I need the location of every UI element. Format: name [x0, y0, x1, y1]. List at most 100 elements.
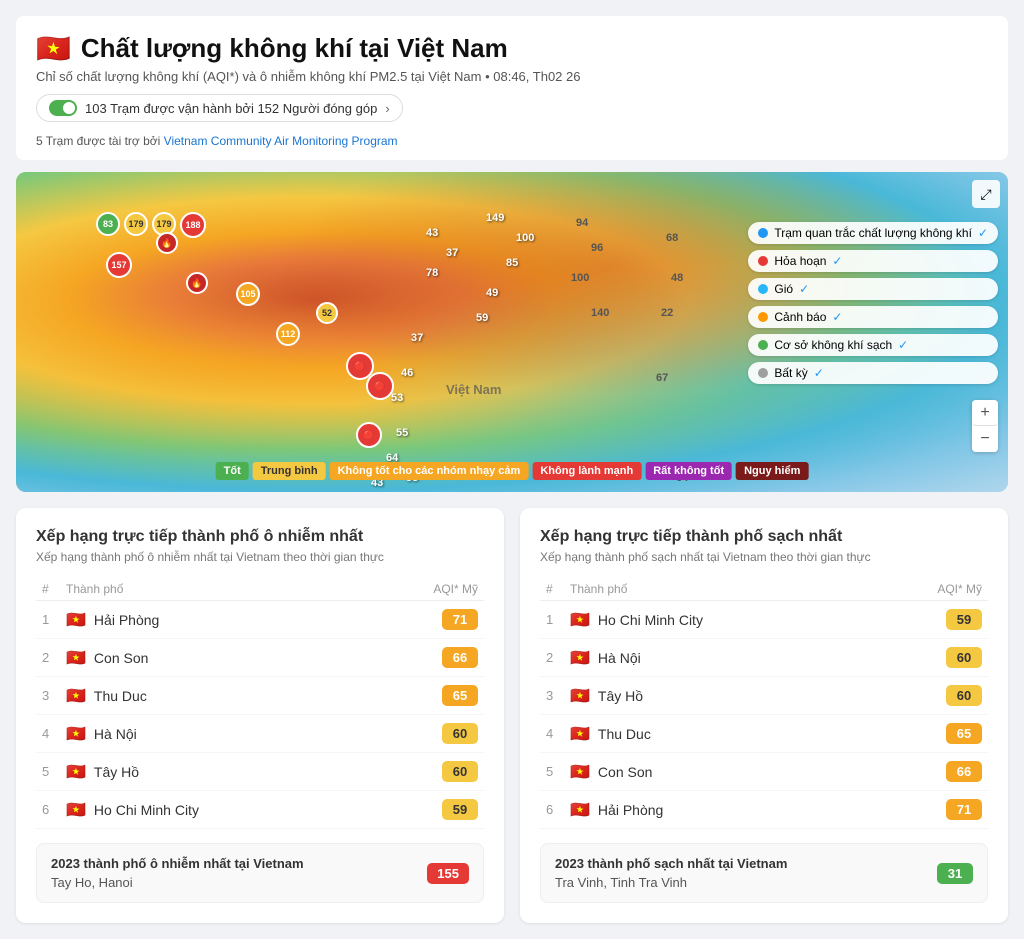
zoom-out-button[interactable]: −	[972, 426, 998, 452]
col-aqi-header: AQI* Mỹ	[365, 578, 484, 601]
layer-fire-btn[interactable]: Hỏa hoạn ✓	[748, 250, 998, 272]
most-polluted-table: # Thành phố AQI* Mỹ 1 🇻🇳 Hải Phòng 71 2	[36, 578, 484, 829]
map-num-37: 37	[446, 247, 458, 259]
map-num-149: 149	[486, 212, 504, 224]
sponsor-link[interactable]: Vietnam Community Air Monitoring Program	[164, 134, 398, 148]
map-marker-fire2: 🔥	[186, 272, 208, 294]
legend-hazardous: Nguy hiểm	[736, 462, 808, 480]
cleanest-year-city: Tra Vinh, Tinh Tra Vinh	[555, 875, 787, 890]
map-num-85: 85	[506, 257, 518, 269]
page: 🇻🇳 Chất lượng không khí tại Việt Nam Chỉ…	[0, 0, 1024, 939]
table-row[interactable]: 5 🇻🇳 Tây Hồ 60	[36, 753, 484, 791]
map-num-37b: 37	[411, 332, 423, 344]
layer-wind-check: ✓	[799, 282, 809, 296]
city-cell: 🇻🇳 Tây Hồ	[564, 677, 869, 715]
most-polluted-year-label: 2023 thành phố ô nhiễm nhất tại Vietnam	[51, 856, 304, 871]
map-num-55: 55	[396, 427, 408, 439]
city-name: Con Son	[598, 764, 652, 780]
map-markers-northwest: 83 179 179 188	[96, 212, 296, 238]
table-row[interactable]: 6 🇻🇳 Hải Phòng 71	[540, 791, 988, 829]
layer-clean-dot	[758, 340, 768, 350]
table-row[interactable]: 6 🇻🇳 Ho Chi Minh City 59	[36, 791, 484, 829]
city-flag: 🇻🇳	[66, 762, 86, 782]
layer-clean-label: Cơ sở không khí sạch	[774, 338, 892, 352]
map-marker-112: 112	[276, 322, 300, 346]
layer-wind-btn[interactable]: Gió ✓	[748, 278, 998, 300]
zoom-in-button[interactable]: +	[972, 400, 998, 426]
rank-cell: 5	[36, 753, 60, 791]
aqi-cell: 60	[869, 677, 988, 715]
map-expand-button[interactable]: ⤢	[972, 180, 1000, 208]
aqi-badge: 60	[442, 723, 478, 744]
city-name: Ho Chi Minh City	[94, 802, 199, 818]
layer-alert-check: ✓	[832, 310, 842, 324]
table-row[interactable]: 4 🇻🇳 Hà Nội 60	[36, 715, 484, 753]
city-cell: 🇻🇳 Con Son	[60, 639, 365, 677]
map-num-67: 67	[656, 372, 668, 384]
aqi-badge: 60	[442, 761, 478, 782]
layer-clean-btn[interactable]: Cơ sở không khí sạch ✓	[748, 334, 998, 356]
city-name: Con Son	[94, 650, 148, 666]
table-row[interactable]: 3 🇻🇳 Thu Duc 65	[36, 677, 484, 715]
layer-clean-check: ✓	[898, 338, 908, 352]
table-row[interactable]: 1 🇻🇳 Ho Chi Minh City 59	[540, 601, 988, 639]
city-name: Ho Chi Minh City	[598, 612, 703, 628]
table-row[interactable]: 1 🇻🇳 Hải Phòng 71	[36, 601, 484, 639]
city-cell: 🇻🇳 Con Son	[564, 753, 869, 791]
table-row[interactable]: 2 🇻🇳 Hà Nội 60	[540, 639, 988, 677]
city-name: Hà Nội	[94, 726, 137, 742]
layer-monitoring-btn[interactable]: Trạm quan trắc chất lượng không khí ✓	[748, 222, 998, 244]
station-bar[interactable]: 103 Trạm được vận hành bởi 152 Người đón…	[36, 94, 403, 122]
aqi-badge: 66	[946, 761, 982, 782]
cleanest-header-row: # Thành phố AQI* Mỹ	[540, 578, 988, 601]
city-cell: 🇻🇳 Ho Chi Minh City	[60, 791, 365, 829]
aqi-cell: 59	[365, 791, 484, 829]
layer-monitoring-dot	[758, 228, 768, 238]
table-row[interactable]: 2 🇻🇳 Con Son 66	[36, 639, 484, 677]
aqi-badge: 65	[946, 723, 982, 744]
map-num-22: 22	[661, 307, 673, 319]
aqi-cell: 66	[869, 753, 988, 791]
aqi-badge: 59	[946, 609, 982, 630]
city-flag: 🇻🇳	[570, 762, 590, 782]
col-city-header: Thành phố	[60, 578, 365, 601]
map-num-43: 43	[426, 227, 438, 239]
vietnam-flag: 🇻🇳	[36, 32, 71, 65]
city-cell: 🇻🇳 Hải Phòng	[564, 791, 869, 829]
layer-monitoring-label: Trạm quan trắc chất lượng không khí	[774, 226, 972, 240]
header-subtitle: Chỉ số chất lượng không khí (AQI*) và ô …	[36, 69, 988, 84]
table-row[interactable]: 4 🇻🇳 Thu Duc 65	[540, 715, 988, 753]
aqi-cell: 60	[869, 639, 988, 677]
aqi-cell: 71	[365, 601, 484, 639]
table-row[interactable]: 5 🇻🇳 Con Son 66	[540, 753, 988, 791]
tables-row: Xếp hạng trực tiếp thành phố ô nhiễm nhấ…	[16, 508, 1008, 923]
city-flag: 🇻🇳	[66, 686, 86, 706]
aqi-cell: 71	[869, 791, 988, 829]
layer-wind-label: Gió	[774, 282, 793, 296]
map-container: Trạm quan trắc chất lượng không khí ✓ Hỏ…	[16, 172, 1008, 492]
city-flag: 🇻🇳	[66, 800, 86, 820]
legend-good: Tốt	[216, 462, 249, 480]
legend-very-unhealthy: Rất không tốt	[645, 462, 732, 480]
layer-alert-btn[interactable]: Cảnh báo ✓	[748, 306, 998, 328]
city-name: Thu Duc	[94, 688, 147, 704]
city-name: Thu Duc	[598, 726, 651, 742]
layer-any-btn[interactable]: Bất kỳ ✓	[748, 362, 998, 384]
city-flag: 🇻🇳	[570, 648, 590, 668]
city-cell: 🇻🇳 Hà Nội	[564, 639, 869, 677]
table-row[interactable]: 3 🇻🇳 Tây Hồ 60	[540, 677, 988, 715]
aqi-badge: 59	[442, 799, 478, 820]
most-polluted-subtitle: Xếp hạng thành phố ô nhiễm nhất tại Viet…	[36, 550, 484, 564]
col-rank-header: #	[36, 578, 60, 601]
city-cell: 🇻🇳 Thu Duc	[564, 715, 869, 753]
map-num-96: 96	[591, 242, 603, 254]
city-flag: 🇻🇳	[570, 724, 590, 744]
city-flag: 🇻🇳	[570, 800, 590, 820]
header: 🇻🇳 Chất lượng không khí tại Việt Nam Chỉ…	[16, 16, 1008, 160]
map-num-100: 100	[516, 232, 534, 244]
map-num-68: 68	[666, 232, 678, 244]
city-name: Hải Phòng	[94, 612, 159, 628]
city-cell: 🇻🇳 Hà Nội	[60, 715, 365, 753]
map-marker-157: 157	[106, 252, 132, 278]
rank-cell: 6	[540, 791, 564, 829]
